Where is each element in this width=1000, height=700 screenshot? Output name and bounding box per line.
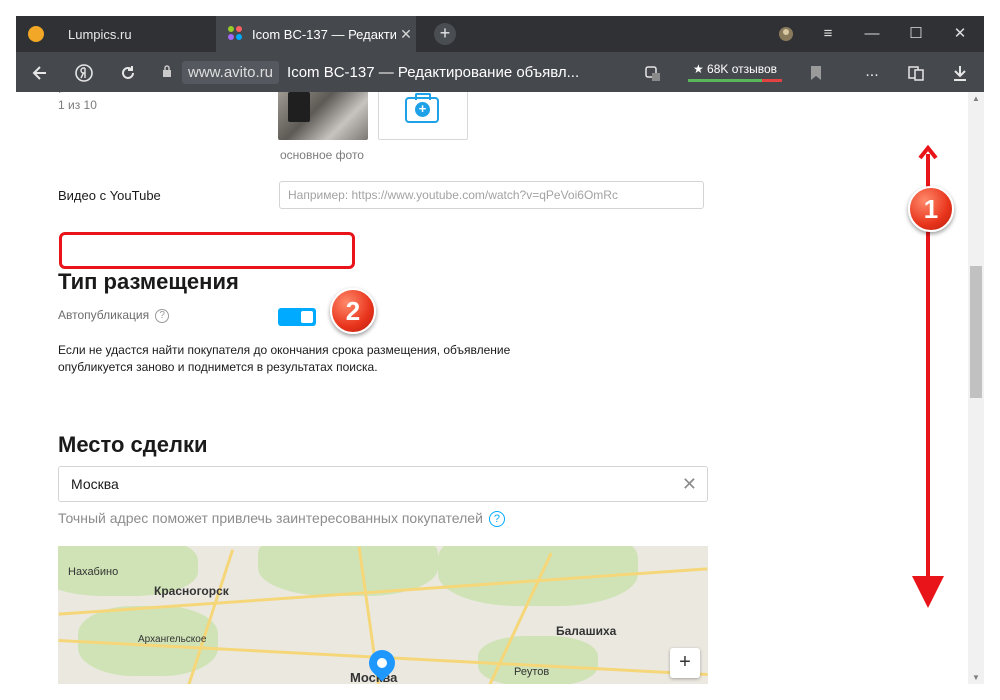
more-button[interactable]: ... <box>856 52 888 92</box>
url-field[interactable]: www.avito.ru Icom BC-137 — Редактировани… <box>152 58 680 86</box>
yandex-logo-icon[interactable] <box>68 52 100 92</box>
maximize-icon[interactable]: ☐ <box>894 16 938 52</box>
scroll-down-icon[interactable]: ▼ <box>968 673 984 682</box>
page-scrollbar[interactable]: ▲ ▼ <box>968 92 984 684</box>
reviews-text: ★ 68K отзывов <box>692 62 778 76</box>
address-bar: www.avito.ru Icom BC-137 — Редактировани… <box>16 52 984 92</box>
download-icon[interactable] <box>944 52 976 92</box>
avito-favicon-icon <box>228 26 244 42</box>
reload-icon[interactable] <box>112 52 144 92</box>
tab-label: Icom BC-137 — Редакти <box>252 26 396 42</box>
rating-bar <box>688 79 782 82</box>
browser-menu-icon[interactable]: ≡ <box>806 16 850 52</box>
scroll-down-arrow <box>912 144 944 608</box>
browser-window: Lumpics.ru Icom BC-137 — Редакти ✕ + ≡ —… <box>16 16 984 684</box>
back-arrow-icon[interactable] <box>24 52 56 92</box>
page-content: . 1 из 10 + основное фото Видео с YouTub… <box>16 92 968 684</box>
bookmark-icon[interactable] <box>800 52 832 92</box>
scroll-up-icon[interactable]: ▲ <box>968 94 984 103</box>
new-tab-button[interactable]: + <box>434 23 456 45</box>
tab-lumpics[interactable]: Lumpics.ru <box>16 16 216 52</box>
minimize-icon[interactable]: — <box>850 16 894 52</box>
tab-label: Lumpics.ru <box>68 26 132 42</box>
reviews-badge[interactable]: ★ 68K отзывов <box>688 60 782 84</box>
url-domain: www.avito.ru <box>182 60 280 84</box>
url-page-title: Icom BC-137 — Редактирование объявл... <box>287 63 580 81</box>
profile-avatar-icon[interactable] <box>764 16 808 52</box>
step-2-badge: 2 <box>330 288 376 334</box>
step-1-badge: 1 <box>908 186 954 232</box>
lock-icon <box>152 64 182 80</box>
close-window-icon[interactable]: ✕ <box>938 16 982 52</box>
protect-icon[interactable] <box>636 52 668 92</box>
collections-icon[interactable] <box>900 52 932 92</box>
scrollbar-thumb[interactable] <box>970 266 982 398</box>
close-tab-icon[interactable]: ✕ <box>396 26 416 43</box>
tab-bar: Lumpics.ru Icom BC-137 — Редакти ✕ + ≡ —… <box>16 16 984 52</box>
tab-avito[interactable]: Icom BC-137 — Редакти ✕ <box>216 16 416 52</box>
lumpics-favicon-icon <box>28 26 44 42</box>
